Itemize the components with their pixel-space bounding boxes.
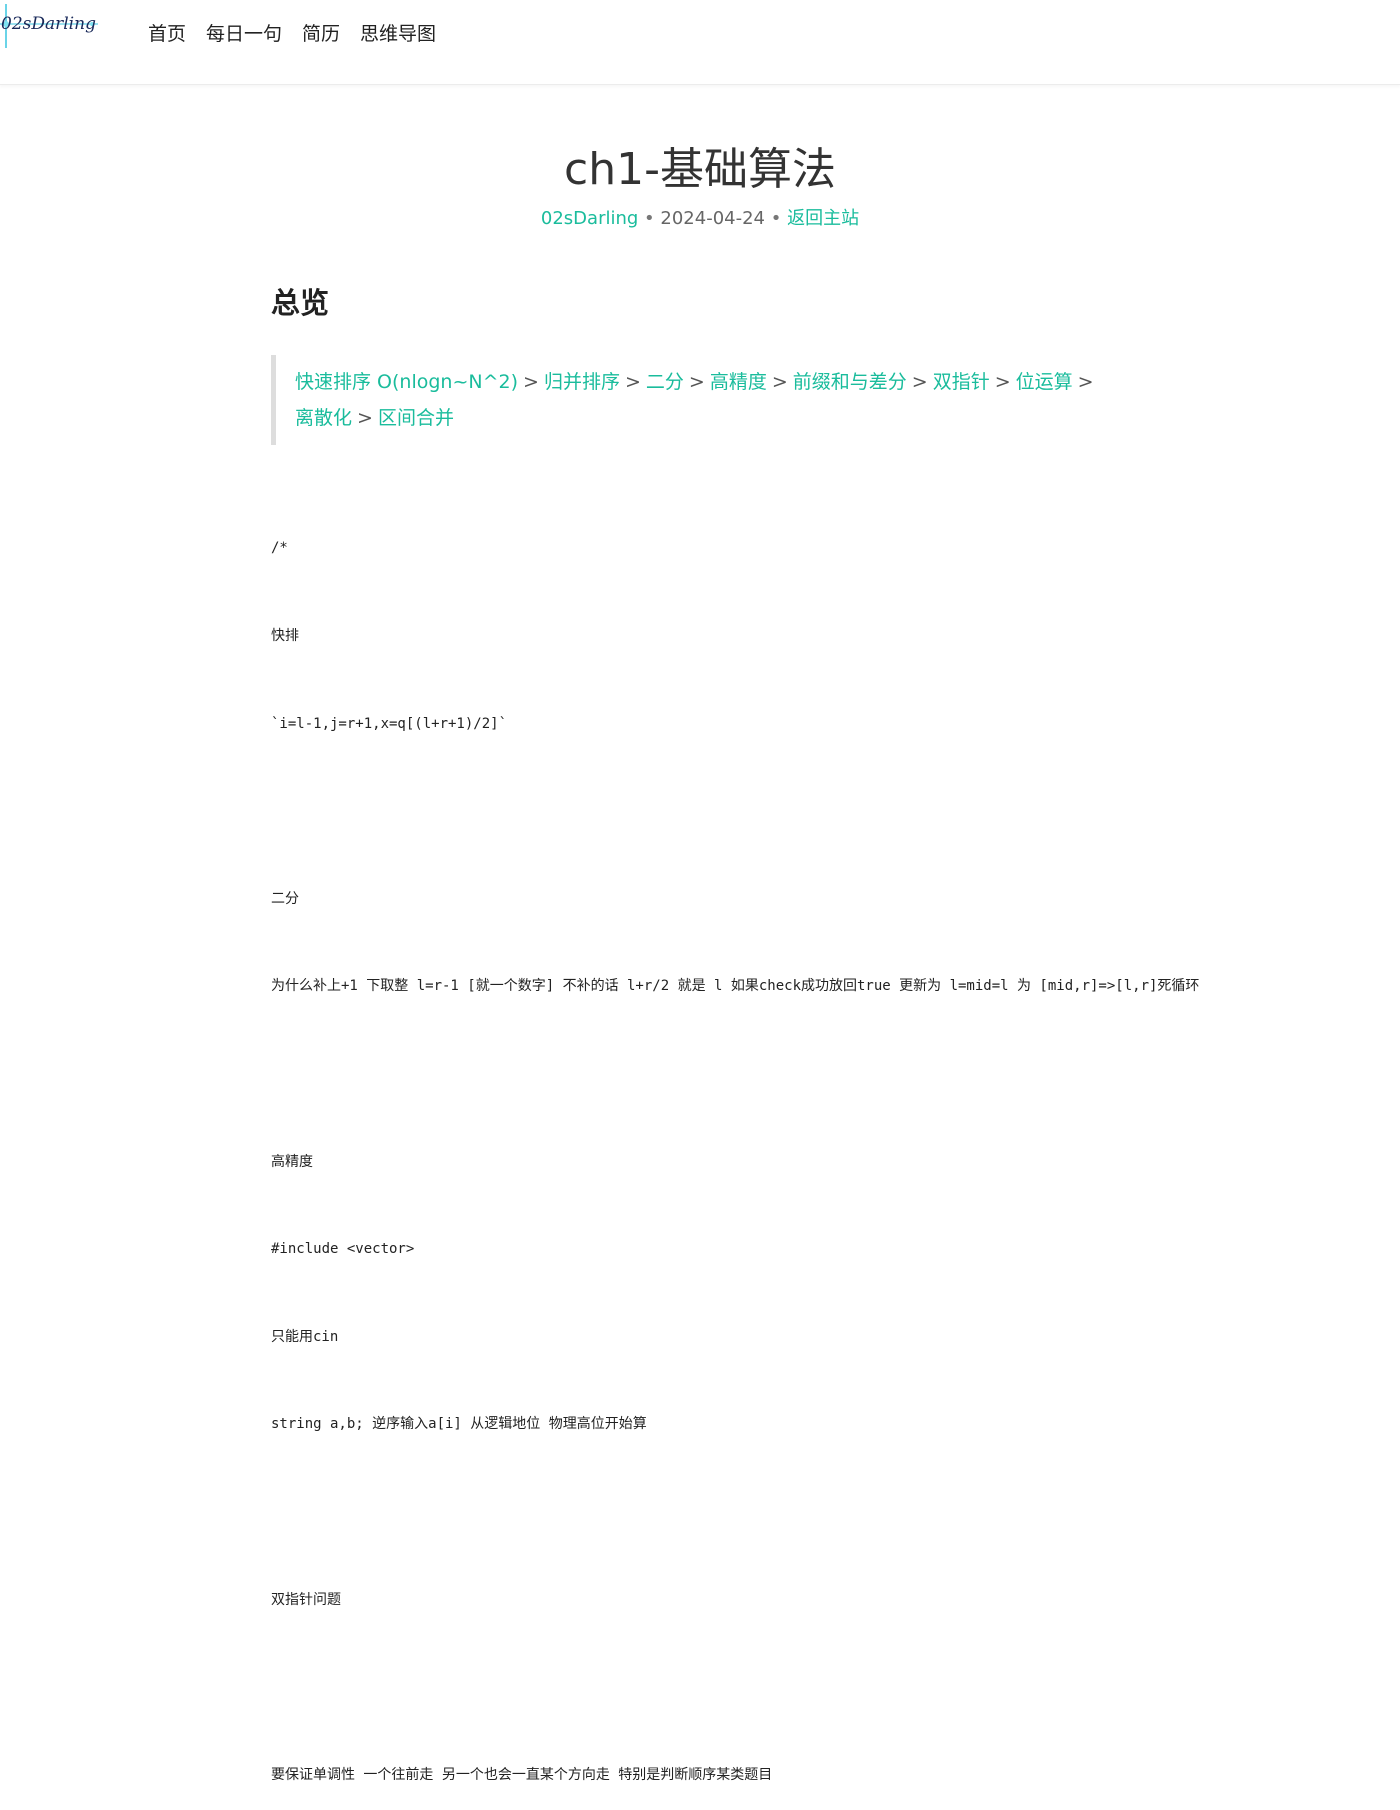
code-line: 为什么补上+1 下取整 l=r-1 [就一个数字] 不补的话 l+r/2 就是 … xyxy=(271,978,1200,995)
code-line: 双指针问题 xyxy=(271,1591,341,1608)
nav-resume[interactable]: 简历 xyxy=(302,20,340,48)
code-line: #include <vector> xyxy=(271,1241,415,1258)
code-line: string a,b; 逆序输入a[i] 从逻辑地位 物理高位开始算 xyxy=(271,1416,647,1433)
code-block: /* 快排 `i=l-1,j=r+1,x=q[(l+r+1)/2]` 二分 为什… xyxy=(271,476,1271,1810)
toc-separator: > xyxy=(357,407,373,429)
post-header: ch1-基础算法 02sDarling • 2024-04-24 • 返回主站 xyxy=(0,138,1400,232)
toc-separator: > xyxy=(994,371,1011,393)
code-line: /* xyxy=(271,540,288,557)
toc-separator: > xyxy=(688,371,705,393)
back-home-link[interactable]: 返回主站 xyxy=(787,208,859,229)
toc-separator: > xyxy=(771,371,788,393)
post-meta: 02sDarling • 2024-04-24 • 返回主站 xyxy=(0,206,1400,232)
meta-separator: • xyxy=(644,208,655,229)
code-line: `i=l-1,j=r+1,x=q[(l+r+1)/2]` xyxy=(271,715,508,732)
main-nav: 首页 每日一句 简历 思维导图 xyxy=(148,20,436,48)
post-date: 2024-04-24 xyxy=(660,208,766,229)
logo-text: 02sDarling xyxy=(1,14,96,34)
post-content: 总览 快速排序 O(nlogn~N^2) > 归并排序 > 二分 > 高精度 > 前缀和与差分 >… xyxy=(271,278,1271,1810)
code-line: 要保证单调性 一个往前走 另一个也会一直某个方向走 特别是判断顺序某类题目 xyxy=(271,1766,773,1783)
toc-separator: > xyxy=(624,371,641,393)
code-line: 二分 xyxy=(271,890,299,907)
logo-graphic: 02sDarling xyxy=(0,4,98,48)
toc-link-quicksort[interactable]: 快速排序 O(nlogn~N^2) xyxy=(295,371,518,393)
meta-separator: • xyxy=(770,208,782,229)
toc-link-mergesort[interactable]: 归并排序 xyxy=(544,371,620,393)
toc-link-bit-ops[interactable]: 位运算 xyxy=(1016,371,1073,393)
toc-link-binary-search[interactable]: 二分 xyxy=(646,371,684,393)
nav-home[interactable]: 首页 xyxy=(148,20,186,48)
nav-daily-quote[interactable]: 每日一句 xyxy=(206,20,282,48)
post-title: ch1-基础算法 xyxy=(564,144,836,195)
toc-link-high-precision[interactable]: 高精度 xyxy=(710,371,767,393)
toc-link-interval-merge[interactable]: 区间合并 xyxy=(378,407,454,429)
code-line: 高精度 xyxy=(271,1153,313,1170)
nav-mindmap[interactable]: 思维导图 xyxy=(360,20,436,48)
overview-heading: 总览 xyxy=(271,286,330,320)
code-line: 快排 xyxy=(271,628,299,644)
toc-blockquote: 快速排序 O(nlogn~N^2) > 归并排序 > 二分 > 高精度 > 前缀和与差分 > 双指针… xyxy=(271,355,1125,445)
code-line: 只能用cin xyxy=(271,1328,339,1345)
toc-separator: > xyxy=(911,371,928,393)
toc-link-discretization[interactable]: 离散化 xyxy=(295,407,352,429)
toc-separator: > xyxy=(523,371,539,393)
author-link[interactable]: 02sDarling xyxy=(541,208,638,229)
toc-link-prefix-sum[interactable]: 前缀和与差分 xyxy=(793,371,907,393)
site-logo[interactable]: 02sDarling xyxy=(0,4,100,48)
toc-separator: > xyxy=(1077,371,1094,393)
toc-link-two-pointers[interactable]: 双指针 xyxy=(933,371,990,393)
top-navbar: 02sDarling 首页 每日一句 简历 思维导图 xyxy=(0,0,1400,85)
